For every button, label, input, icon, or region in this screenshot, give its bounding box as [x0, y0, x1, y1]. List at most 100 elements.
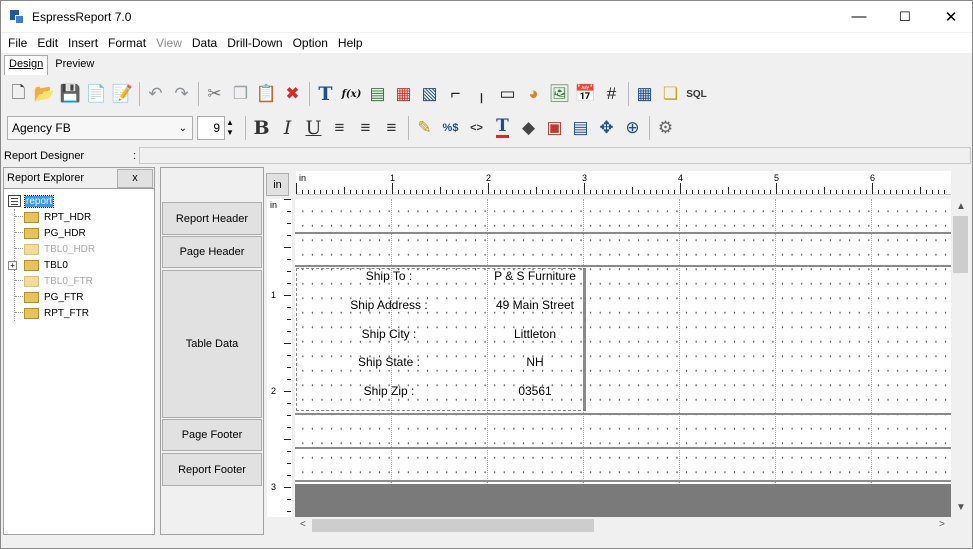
undo-button[interactable]: ↶	[144, 82, 167, 106]
tree-item-pg-hdr[interactable]: PG_HDR	[4, 225, 154, 241]
menu-insert[interactable]: Insert	[63, 33, 103, 53]
font-size-spinner[interactable]: ▲ ▼	[226, 116, 237, 140]
unit-toggle-button[interactable]: in	[266, 173, 289, 196]
edit-button[interactable]: ✎	[413, 116, 436, 140]
band-divider[interactable]	[295, 447, 951, 449]
field-label[interactable]: Ship Zip :	[299, 384, 479, 398]
band-divider[interactable]	[295, 480, 951, 482]
insert-label-button[interactable]: ▦	[392, 82, 415, 106]
explorer-close-button[interactable]: x	[117, 168, 153, 188]
insert-image-button[interactable]: 🖼	[548, 82, 571, 106]
menu-drill-down[interactable]: Drill-Down	[222, 33, 287, 53]
report-canvas[interactable]: Ship To : P & S Furniture Ship Address : 49…	[295, 199, 951, 517]
tree-root[interactable]: report	[4, 193, 154, 209]
align-center-button[interactable]: ≡	[354, 116, 377, 140]
designer-field[interactable]	[139, 147, 971, 164]
format-button[interactable]: %$	[439, 116, 462, 140]
spin-down-icon[interactable]: ▼	[226, 128, 237, 138]
section-page-footer-button[interactable]: Page Footer	[162, 419, 262, 451]
align-right-button[interactable]: ≡	[380, 116, 403, 140]
cut-button[interactable]: ✂	[203, 82, 226, 106]
table-button[interactable]: ▦	[633, 82, 656, 106]
tree-item-tbl0[interactable]: + TBL0	[4, 257, 154, 273]
insert-chart-button[interactable]: ◕	[522, 82, 545, 106]
vertical-scrollbar[interactable]: ▲ ▼	[952, 199, 969, 517]
open-button[interactable]: 📂	[33, 82, 56, 106]
underline-button[interactable]: U	[302, 116, 325, 140]
italic-button[interactable]: I	[276, 116, 299, 140]
band-divider[interactable]	[295, 232, 951, 234]
band-divider[interactable]	[295, 413, 951, 415]
menu-option[interactable]: Option	[288, 33, 333, 53]
column-resize-handle[interactable]	[583, 268, 586, 411]
maximize-button[interactable]: ☐	[882, 1, 928, 32]
insert-line-button[interactable]: ⌐	[444, 82, 467, 106]
border-button[interactable]: ▣	[543, 116, 566, 140]
export-button[interactable]: 📄	[85, 82, 108, 106]
field-value[interactable]: 03561	[489, 384, 581, 398]
save-button[interactable]: 💾	[59, 82, 82, 106]
section-report-header-button[interactable]: Report Header	[162, 202, 262, 235]
insert-column-button[interactable]: ▤	[366, 82, 389, 106]
field-label[interactable]: Ship Address :	[299, 298, 479, 312]
menu-edit[interactable]: Edit	[32, 33, 63, 53]
settings-button[interactable]: ⚙	[654, 116, 677, 140]
tree-item-pg-ftr[interactable]: PG_FTR	[4, 289, 154, 305]
field-label[interactable]: Ship City :	[299, 327, 479, 341]
field-label[interactable]: Ship To :	[299, 269, 479, 283]
vertical-scroll-thumb[interactable]	[953, 216, 968, 273]
menu-file[interactable]: File	[3, 33, 32, 53]
field-value[interactable]: Littleton	[489, 327, 581, 341]
page-setup-button[interactable]: 📝	[111, 82, 134, 106]
scroll-up-icon[interactable]: ▲	[956, 201, 966, 212]
align-left-button[interactable]: ≡	[328, 116, 351, 140]
insert-vline-button[interactable]: ╷	[470, 82, 493, 106]
font-size-field[interactable]: 9	[197, 116, 225, 140]
tree-item-rpt-hdr[interactable]: RPT_HDR	[4, 209, 154, 225]
spin-up-icon[interactable]: ▲	[226, 118, 237, 128]
menu-view[interactable]: View	[151, 33, 187, 53]
properties-button[interactable]: ▤	[569, 116, 592, 140]
insert-formula-button[interactable]: f(x)	[340, 82, 363, 106]
tab-preview[interactable]: Preview	[50, 55, 99, 75]
scroll-down-icon[interactable]: ▼	[956, 502, 966, 513]
insert-page-number-button[interactable]: #	[600, 82, 623, 106]
insert-date-button[interactable]: 📅	[574, 82, 597, 106]
scroll-right-icon[interactable]: >	[939, 519, 945, 530]
band-divider[interactable]	[295, 265, 951, 267]
section-page-header-button[interactable]: Page Header	[162, 236, 262, 268]
section-report-footer-button[interactable]: Report Footer	[162, 453, 262, 486]
tree-item-tbl0-ftr[interactable]: TBL0_FTR	[4, 273, 154, 289]
redo-button[interactable]: ↷	[170, 82, 193, 106]
field-value[interactable]: P & S Furniture	[489, 269, 581, 283]
parameter-button[interactable]: ❏	[659, 82, 682, 106]
menu-data[interactable]: Data	[187, 33, 222, 53]
insert-rect-button[interactable]: ▭	[496, 82, 519, 106]
field-value[interactable]: 49 Main Street	[489, 298, 581, 312]
tree-item-tbl0-hdr[interactable]: TBL0_HDR	[4, 241, 154, 257]
delete-button[interactable]: ✖	[281, 82, 304, 106]
new-button[interactable]: 🗋	[7, 82, 30, 106]
horizontal-scroll-thumb[interactable]	[312, 519, 594, 532]
font-family-select[interactable]: Agency FB ⌄	[7, 116, 193, 140]
field-label[interactable]: Ship State :	[299, 355, 479, 369]
field-value[interactable]: NH	[489, 355, 581, 369]
align-objects-button[interactable]: ⊕	[621, 116, 644, 140]
menu-format[interactable]: Format	[103, 33, 151, 53]
move-button[interactable]: ✥	[595, 116, 618, 140]
section-table-data-button[interactable]: Table Data	[162, 270, 262, 418]
horizontal-scrollbar[interactable]: < >	[295, 517, 951, 534]
fill-color-button[interactable]: ◆	[517, 116, 540, 140]
paste-button[interactable]: 📋	[255, 82, 278, 106]
insert-text-button[interactable]: T	[314, 82, 337, 106]
scroll-left-icon[interactable]: <	[300, 519, 306, 530]
tab-design[interactable]: Design	[4, 55, 49, 75]
tree-item-rpt-ftr[interactable]: RPT_FTR	[4, 305, 154, 321]
sql-button[interactable]: SQL	[685, 82, 708, 106]
minimize-button[interactable]: —	[836, 1, 882, 32]
bold-button[interactable]: B	[250, 116, 273, 140]
menu-help[interactable]: Help	[333, 33, 368, 53]
insert-subreport-button[interactable]: ▧	[418, 82, 441, 106]
copy-button[interactable]: ❐	[229, 82, 252, 106]
font-color-button[interactable]: T	[491, 116, 514, 140]
